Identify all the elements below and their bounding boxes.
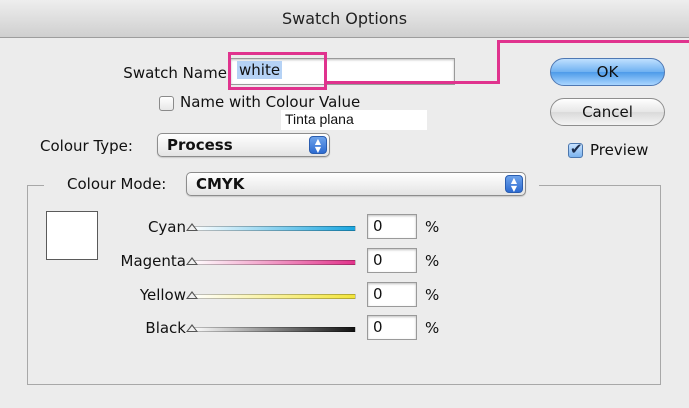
- cyan-value-field[interactable]: 0: [367, 214, 417, 239]
- swatch-options-dialog: Swatch Options Swatch Name: white Name w…: [0, 0, 689, 408]
- name-with-colour-value-label: Name with Colour Value: [180, 93, 361, 111]
- cyan-slider-thumb[interactable]: [186, 223, 198, 231]
- magenta-value-field[interactable]: 0: [367, 248, 417, 273]
- magenta-percent: %: [425, 252, 440, 270]
- cyan-percent: %: [425, 218, 440, 236]
- magenta-slider[interactable]: [190, 260, 356, 265]
- black-label: Black: [145, 319, 186, 337]
- colour-mode-select[interactable]: CMYK ▲ ▼: [186, 172, 526, 196]
- title-bar: Swatch Options: [0, 0, 689, 38]
- yellow-slider[interactable]: [190, 294, 356, 299]
- magenta-slider-thumb[interactable]: [186, 257, 198, 265]
- black-slider-thumb[interactable]: [186, 324, 198, 332]
- checkmark-icon: ✔: [570, 140, 583, 158]
- cyan-slider[interactable]: [190, 226, 356, 231]
- ok-button[interactable]: OK: [550, 58, 665, 86]
- colour-type-label: Colour Type:: [40, 137, 133, 155]
- colour-type-select[interactable]: Process ▲ ▼: [157, 133, 330, 157]
- cancel-button[interactable]: Cancel: [550, 98, 665, 126]
- black-percent: %: [425, 319, 440, 337]
- black-value-field[interactable]: 0: [367, 315, 417, 340]
- name-with-colour-value-checkbox[interactable]: [159, 96, 174, 111]
- preview-label: Preview: [590, 141, 649, 159]
- colour-type-value: Process: [167, 136, 233, 154]
- black-slider[interactable]: [190, 327, 356, 332]
- annotation-callout-line: [497, 41, 500, 84]
- magenta-label: Magenta: [120, 252, 186, 270]
- preview-checkbox[interactable]: ✔: [568, 140, 583, 158]
- swatch-name-label: Swatch Name:: [123, 64, 232, 82]
- dialog-title: Swatch Options: [281, 9, 408, 28]
- colour-mode-value: CMYK: [196, 175, 245, 193]
- annotation-highlight-box: [228, 52, 327, 90]
- yellow-value-field[interactable]: 0: [367, 282, 417, 307]
- popup-arrows-icon: ▲ ▼: [309, 136, 327, 154]
- cyan-label: Cyan: [147, 218, 186, 236]
- annotation-callout-line: [327, 81, 499, 84]
- tooltip: Tinta plana: [281, 110, 427, 130]
- yellow-label: Yellow: [139, 286, 186, 304]
- annotation-callout-line: [497, 40, 689, 43]
- colour-mode-group: [27, 185, 661, 385]
- yellow-percent: %: [425, 286, 440, 304]
- popup-arrows-icon: ▲ ▼: [505, 175, 523, 193]
- colour-mode-label: Colour Mode:: [67, 175, 167, 193]
- yellow-slider-thumb[interactable]: [186, 291, 198, 299]
